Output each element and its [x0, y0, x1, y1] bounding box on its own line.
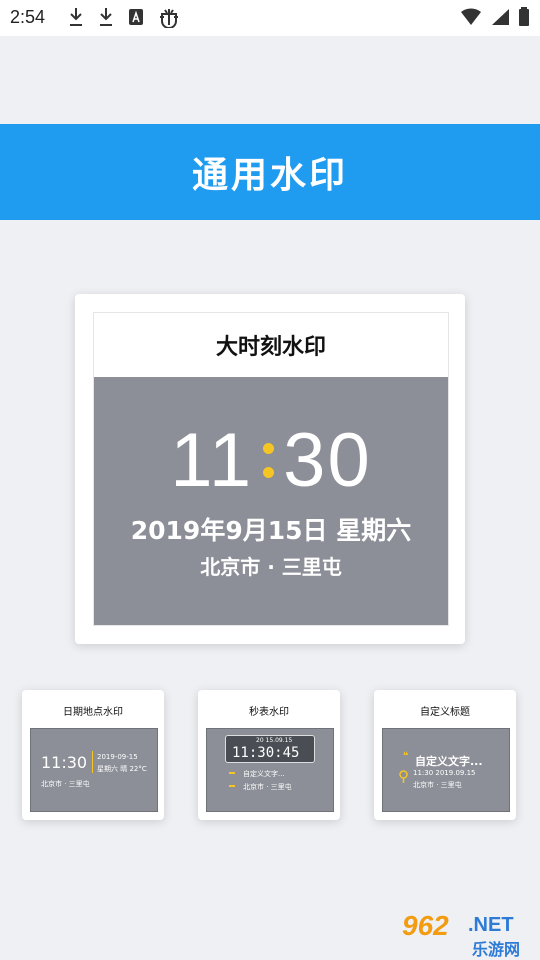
- clock-time: 11:30:45: [232, 745, 300, 761]
- weather-text: 星期六 晴 22°C: [97, 765, 147, 773]
- date-location-watermark-card[interactable]: 日期地点水印 11:30 2019-09-15 星期六 晴 22°C 北京市 ·…: [22, 690, 164, 820]
- site-watermark-logo: 962 .NET 乐游网: [400, 910, 534, 959]
- watermark-suffix: .NET: [468, 914, 514, 936]
- digital-clock: 20 15.09.15 11:30:45: [225, 735, 315, 763]
- card-title: 大时刻水印: [215, 335, 326, 360]
- location-pin-icon: [399, 770, 408, 783]
- location-text: 北京市 · 三里屯: [200, 555, 342, 579]
- status-time: 2:54: [10, 7, 46, 27]
- watermark-name: 乐游网: [472, 940, 521, 959]
- divider: [92, 751, 93, 773]
- custom-text: 自定义文字...: [415, 755, 483, 768]
- quote-icon: ❝: [403, 751, 409, 762]
- bullet: [229, 785, 235, 787]
- bug-icon: [160, 9, 178, 28]
- download-icon: [100, 8, 112, 26]
- big-time: 11 30: [94, 417, 448, 504]
- big-time-watermark-card[interactable]: 大时刻水印 11 30 2019年9月15日 星期六 北京市 · 三里屯: [75, 294, 465, 644]
- clock-date: 20 15.09.15: [256, 737, 293, 744]
- custom-text: 自定义文字...: [243, 770, 285, 778]
- watermark-preview: 20 15.09.15 11:30:45 自定义文字... 北京市 · 三里屯: [206, 728, 334, 812]
- location-text: 北京市 · 三里屯: [41, 780, 90, 788]
- bullet: [229, 772, 235, 774]
- card-title: 日期地点水印: [63, 707, 123, 718]
- time-date-text: 11:30 2019.09.15: [413, 769, 476, 777]
- card-title: 自定义标题: [420, 707, 470, 718]
- card-title: 秒表水印: [249, 707, 289, 718]
- stopwatch-watermark-card[interactable]: 秒表水印 20 15.09.15 11:30:45 自定义文字... 北京市 ·…: [198, 690, 340, 820]
- time-text: 11:30: [41, 753, 88, 772]
- colon-dots: [253, 417, 283, 487]
- font-icon: [129, 9, 143, 25]
- custom-title-watermark-card[interactable]: 自定义标题 ❝ 自定义文字... 11:30 2019.09.15 北京市 · …: [374, 690, 516, 820]
- watermark-preview: 11:30 2019-09-15 星期六 晴 22°C 北京市 · 三里屯: [30, 728, 158, 812]
- status-bar: 2:54: [0, 0, 540, 36]
- watermark-number: 962: [402, 910, 449, 941]
- location-text: 北京市 · 三里屯: [413, 781, 462, 789]
- hour-text: 11: [170, 418, 254, 503]
- watermark-preview: 11 30 2019年9月15日 星期六 北京市 · 三里屯: [94, 377, 448, 625]
- location-text: 北京市 · 三里屯: [243, 783, 292, 791]
- signal-icon: [492, 9, 509, 25]
- battery-icon: [519, 7, 529, 26]
- title-banner: 通用水印: [0, 124, 540, 220]
- date-text: 2019年9月15日 星期六: [130, 516, 412, 545]
- minute-text: 30: [283, 418, 372, 503]
- download-icon: [70, 8, 82, 26]
- banner-title: 通用水印: [191, 155, 348, 196]
- date-text: 2019-09-15: [97, 753, 138, 761]
- watermark-preview: ❝ 自定义文字... 11:30 2019.09.15 北京市 · 三里屯: [382, 728, 510, 812]
- wifi-icon: [461, 8, 481, 25]
